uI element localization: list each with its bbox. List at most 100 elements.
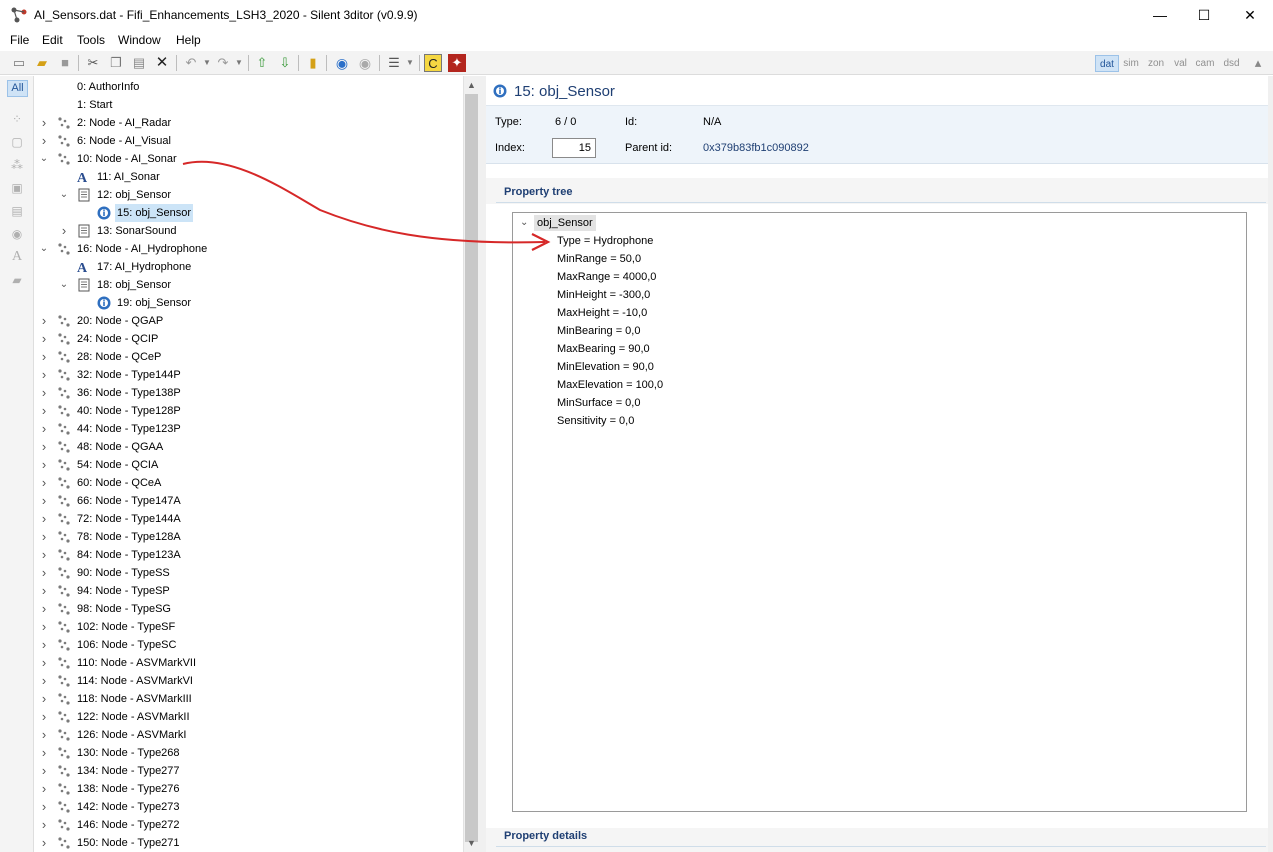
chevron-right-icon[interactable]: ›	[39, 474, 49, 492]
filter-info-icon[interactable]: ◉	[9, 226, 25, 242]
chevron-right-icon[interactable]: ›	[39, 546, 49, 564]
property-item[interactable]: MaxBearing = 90,0	[557, 340, 650, 358]
filter-shape-icon[interactable]: ▰	[9, 272, 25, 288]
property-item[interactable]: Type = Hydrophone	[557, 232, 653, 250]
copy-icon[interactable]: ❐	[107, 54, 125, 72]
cut-icon[interactable]: ✂	[84, 54, 102, 72]
chevron-down-icon[interactable]: ⌄	[520, 217, 528, 228]
property-item[interactable]: MinElevation = 90,0	[557, 358, 654, 376]
tree-row[interactable]: ⌄ 12: obj_Sensor	[35, 186, 463, 204]
chevron-right-icon[interactable]: ›	[39, 456, 49, 474]
tree-row[interactable]: 15: obj_Sensor	[35, 204, 463, 222]
scroll-down-icon[interactable]: ▼	[463, 836, 480, 850]
chevron-right-icon[interactable]: ›	[39, 690, 49, 708]
chevron-right-icon[interactable]: ›	[39, 834, 49, 852]
tree-row[interactable]: › 66: Node - Type147A	[35, 492, 463, 510]
tree-row[interactable]: › 90: Node - TypeSS	[35, 564, 463, 582]
chevron-down-icon[interactable]: ⌄	[39, 240, 49, 258]
tree-row[interactable]: 0: AuthorInfo	[35, 78, 463, 96]
chevron-right-icon[interactable]: ›	[39, 366, 49, 384]
filter-document-icon[interactable]: ▤	[9, 203, 25, 219]
chevron-down-icon[interactable]: ⌄	[39, 150, 49, 168]
chevron-right-icon[interactable]: ›	[39, 672, 49, 690]
property-item[interactable]: MaxHeight = -10,0	[557, 304, 647, 322]
tree-row[interactable]: › 2: Node - AI_Radar	[35, 114, 463, 132]
chevron-right-icon[interactable]: ›	[59, 222, 69, 240]
menu-tools[interactable]: Tools	[77, 33, 105, 47]
chevron-right-icon[interactable]: ›	[39, 420, 49, 438]
tree-row[interactable]: › 20: Node - QGAP	[35, 312, 463, 330]
tree-row[interactable]: › 110: Node - ASVMarkVII	[35, 654, 463, 672]
property-item[interactable]: MinBearing = 0,0	[557, 322, 640, 340]
forward-icon[interactable]: ◉	[356, 54, 374, 72]
tree-row[interactable]: › 122: Node - ASVMarkII	[35, 708, 463, 726]
tree-row[interactable]: › 142: Node - Type273	[35, 798, 463, 816]
view-val[interactable]: val	[1170, 55, 1191, 72]
tree-row[interactable]: › 102: Node - TypeSF	[35, 618, 463, 636]
tree-row[interactable]: › 48: Node - QGAA	[35, 438, 463, 456]
chevron-right-icon[interactable]: ›	[39, 816, 49, 834]
chevron-right-icon[interactable]: ›	[39, 312, 49, 330]
tree-row[interactable]: › 138: Node - Type276	[35, 780, 463, 798]
chevron-right-icon[interactable]: ›	[39, 348, 49, 366]
view-dat[interactable]: dat	[1095, 55, 1119, 72]
tree-row[interactable]: › 126: Node - ASVMarkI	[35, 726, 463, 744]
tree-row[interactable]: › 150: Node - Type271	[35, 834, 463, 852]
property-item[interactable]: Sensitivity = 0,0	[557, 412, 634, 430]
paste-icon[interactable]: ▤	[130, 54, 148, 72]
list-view-dropdown-icon[interactable]: ▼	[401, 54, 419, 72]
chevron-right-icon[interactable]: ›	[39, 600, 49, 618]
tree-row[interactable]: › 36: Node - Type138P	[35, 384, 463, 402]
tree-row[interactable]: › 134: Node - Type277	[35, 762, 463, 780]
tree-row[interactable]: ⌄ 10: Node - AI_Sonar	[35, 150, 463, 168]
chevron-down-icon[interactable]: ⌄	[59, 186, 69, 204]
tree-row[interactable]: 1: Start	[35, 96, 463, 114]
tree-row[interactable]: › 72: Node - Type144A	[35, 510, 463, 528]
tree-row[interactable]: A 17: AI_Hydrophone	[35, 258, 463, 276]
new-file-icon[interactable]: ▭	[10, 54, 28, 72]
tree-row[interactable]: › 6: Node - AI_Visual	[35, 132, 463, 150]
tree-row[interactable]: › 106: Node - TypeSC	[35, 636, 463, 654]
chevron-right-icon[interactable]: ›	[39, 744, 49, 762]
index-field[interactable]: 15	[552, 138, 596, 158]
bookmark-icon[interactable]: ▮	[304, 54, 322, 72]
tree-row[interactable]: › 84: Node - Type123A	[35, 546, 463, 564]
tree-row[interactable]: › 54: Node - QCIA	[35, 456, 463, 474]
maximize-button[interactable]: ☐	[1181, 0, 1227, 30]
chevron-down-icon[interactable]: ⌄	[59, 276, 69, 294]
chevron-right-icon[interactable]: ›	[39, 780, 49, 798]
menu-window[interactable]: Window	[118, 33, 161, 47]
save-icon[interactable]: ■	[56, 54, 74, 72]
property-item[interactable]: MaxRange = 4000,0	[557, 268, 656, 286]
delete-icon[interactable]: ✕	[153, 54, 171, 72]
tree-row[interactable]: › 44: Node - Type123P	[35, 420, 463, 438]
tree-row[interactable]: 19: obj_Sensor	[35, 294, 463, 312]
chevron-right-icon[interactable]: ›	[39, 492, 49, 510]
property-item[interactable]: MinRange = 50,0	[557, 250, 641, 268]
chevron-right-icon[interactable]: ›	[39, 708, 49, 726]
tree-row[interactable]: › 28: Node - QCeP	[35, 348, 463, 366]
chevron-right-icon[interactable]: ›	[39, 528, 49, 546]
move-down-icon[interactable]: ⇩	[276, 54, 294, 72]
tree-row[interactable]: › 98: Node - TypeSG	[35, 600, 463, 618]
filter-image-icon[interactable]: ▣	[9, 180, 25, 196]
view-sim[interactable]: sim	[1120, 55, 1142, 72]
tree-row[interactable]: › 24: Node - QCIP	[35, 330, 463, 348]
tree-row[interactable]: › 60: Node - QCeA	[35, 474, 463, 492]
property-item[interactable]: MinSurface = 0,0	[557, 394, 640, 412]
tree-row[interactable]: › 130: Node - Type268	[35, 744, 463, 762]
view-extra-icon[interactable]: ▴	[1249, 54, 1267, 72]
chevron-right-icon[interactable]: ›	[39, 564, 49, 582]
chevron-right-icon[interactable]: ›	[39, 384, 49, 402]
chevron-right-icon[interactable]: ›	[39, 798, 49, 816]
plugin-red-icon[interactable]: ✦	[448, 54, 466, 72]
filter-text-icon[interactable]: A	[9, 249, 25, 265]
tree-row[interactable]: › 146: Node - Type272	[35, 816, 463, 834]
tree-row[interactable]: ⌄ 18: obj_Sensor	[35, 276, 463, 294]
tree-row[interactable]: ⌄ 16: Node - AI_Hydrophone	[35, 240, 463, 258]
tree-row[interactable]: › 94: Node - TypeSP	[35, 582, 463, 600]
view-dsd[interactable]: dsd	[1219, 55, 1244, 72]
filter-node-icon[interactable]: ⁘	[9, 111, 25, 127]
filter-object-icon[interactable]: ▢	[9, 134, 25, 150]
property-item[interactable]: MaxElevation = 100,0	[557, 376, 663, 394]
